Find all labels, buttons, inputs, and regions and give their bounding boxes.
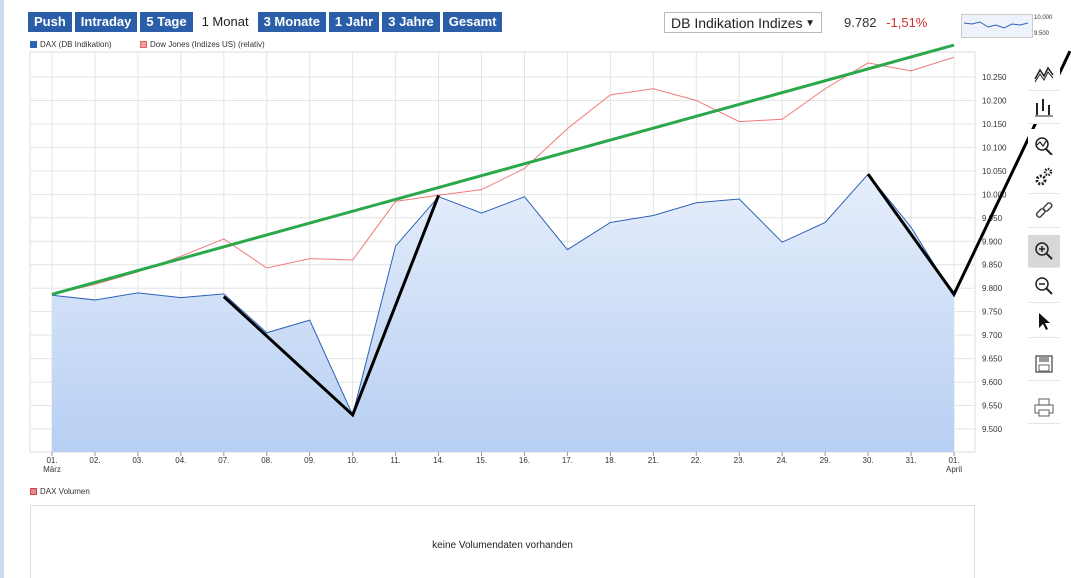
volume-panel: keine Volumendaten vorhanden (30, 505, 975, 578)
zoom-out-icon (1035, 277, 1053, 295)
x-month-label: März (43, 465, 61, 474)
x-tick-label: 11. (390, 456, 401, 465)
volume-legend: DAX Volumen (30, 487, 90, 496)
x-tick-label: 24. (777, 456, 788, 465)
x-tick-label: 01. (46, 456, 57, 465)
x-tick-label: 16. (519, 456, 530, 465)
x-tick-label: 31. (905, 456, 916, 465)
y-tick-label: 9.500 (982, 425, 1003, 434)
line-chart-button[interactable] (1028, 58, 1060, 91)
price-chart[interactable]: 9.500 9.550 9.600 9.650 9.700 9.750 9.800 9.850… (0, 0, 1071, 480)
x-tick-label: 29. (820, 456, 831, 465)
x-tick-label: 08. (261, 456, 272, 465)
pointer-button[interactable] (1028, 305, 1060, 338)
x-tick-label: 03. (132, 456, 143, 465)
y-tick-label: 10.200 (982, 96, 1007, 105)
x-tick-label: 23. (734, 456, 745, 465)
settings-icon (1035, 167, 1053, 186)
indicator-icon (1035, 137, 1053, 155)
x-tick-label: 10. (347, 456, 358, 465)
x-tick-label: 09. (304, 456, 315, 465)
line-chart-icon (1034, 66, 1054, 83)
y-tick-label: 10.100 (982, 143, 1007, 152)
save-button[interactable] (1028, 348, 1060, 381)
y-tick-label: 10.250 (982, 73, 1007, 82)
y-tick-label: 9.600 (982, 378, 1003, 387)
x-tick-label: 21. (648, 456, 659, 465)
x-tick-label: 22. (691, 456, 702, 465)
volume-legend-swatch (30, 488, 37, 495)
y-tick-label: 9.750 (982, 308, 1003, 317)
link-button[interactable] (1028, 195, 1060, 228)
y-tick-label: 10.050 (982, 167, 1007, 176)
link-icon (1035, 202, 1053, 218)
x-tick-label: 01. (948, 456, 959, 465)
volume-empty-message: keine Volumendaten vorhanden (432, 540, 573, 551)
y-tick-label: 9.900 (982, 237, 1003, 246)
x-tick-label: 14. (433, 456, 444, 465)
y-tick-label: 9.650 (982, 355, 1003, 364)
y-tick-label: 10.150 (982, 120, 1007, 129)
x-month-label: April (946, 465, 962, 474)
x-tick-label: 02. (89, 456, 100, 465)
save-icon (1035, 355, 1053, 373)
x-tick-label: 18. (605, 456, 616, 465)
zoom-in-button[interactable] (1028, 235, 1060, 268)
x-tick-label: 07. (218, 456, 229, 465)
x-tick-label: 04. (175, 456, 186, 465)
y-tick-label: 9.850 (982, 261, 1003, 270)
settings-button[interactable] (1028, 161, 1060, 194)
y-tick-label: 9.700 (982, 331, 1003, 340)
y-tick-label: 9.550 (982, 402, 1003, 411)
y-tick-label: 9.800 (982, 284, 1003, 293)
x-tick-label: 17. (562, 456, 573, 465)
pointer-icon (1039, 313, 1050, 330)
ohlc-chart-button[interactable] (1028, 91, 1060, 124)
indicator-button[interactable] (1028, 129, 1060, 162)
x-tick-label: 15. (476, 456, 487, 465)
ohlc-chart-icon (1035, 99, 1053, 117)
x-tick-label: 30. (863, 456, 874, 465)
volume-legend-label: DAX Volumen (40, 487, 90, 496)
print-icon (1034, 398, 1054, 417)
zoom-in-icon (1035, 242, 1053, 260)
print-button[interactable] (1028, 391, 1060, 424)
zoom-out-button[interactable] (1028, 270, 1060, 303)
